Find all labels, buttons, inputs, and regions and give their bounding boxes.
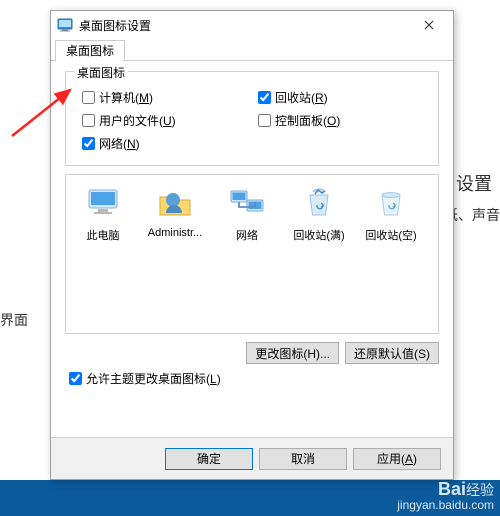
userfiles-label[interactable]: 用户的文件(U) [99, 112, 176, 129]
icon-item-network[interactable]: 网络 [214, 183, 280, 243]
recycle-label[interactable]: 回收站(R) [275, 89, 328, 106]
watermark-brand: Bai [438, 479, 466, 499]
titlebar: 桌面图标设置 [51, 11, 453, 39]
allow-themes-row: 允许主题更改桌面图标(L) [65, 370, 439, 387]
computer-checkbox[interactable] [82, 91, 95, 104]
desktop-icons-group: 桌面图标 计算机(M) 回收站(R) 用户的文件(U) 控制 [65, 71, 439, 166]
controlpanel-checkbox[interactable] [258, 114, 271, 127]
change-icon-button[interactable]: 更改图标(H)... [246, 342, 339, 364]
allow-themes-label[interactable]: 允许主题更改桌面图标(L) [86, 370, 221, 387]
controlpanel-label[interactable]: 控制面板(O) [275, 112, 340, 129]
user-folder-icon [155, 183, 195, 223]
recycle-empty-icon [371, 183, 411, 223]
icon-label: 回收站(空) [365, 227, 416, 243]
icon-item-recycle-full[interactable]: 回收站(满) [286, 183, 352, 243]
tab-desktop-icons[interactable]: 桌面图标 [55, 40, 125, 62]
userfiles-checkbox[interactable] [82, 114, 95, 127]
tab-body: 桌面图标 计算机(M) 回收站(R) 用户的文件(U) 控制 [51, 61, 453, 437]
icon-button-row: 更改图标(H)... 还原默认值(S) [65, 342, 439, 364]
bg-text-settings: 设置 [456, 170, 492, 196]
desktop-icon-settings-dialog: 桌面图标设置 桌面图标 桌面图标 计算机(M) 回收站(R) [50, 10, 454, 480]
network-label[interactable]: 网络(N) [99, 135, 140, 152]
allow-themes-checkbox[interactable] [69, 372, 82, 385]
icon-label: 网络 [236, 227, 258, 243]
dialog-title: 桌面图标设置 [79, 17, 409, 34]
network-checkbox[interactable] [82, 137, 95, 150]
dialog-icon [57, 17, 73, 33]
icon-item-thispc[interactable]: 此电脑 [70, 183, 136, 243]
icon-item-recycle-empty[interactable]: 回收站(空) [358, 183, 424, 243]
network-icon [227, 183, 267, 223]
group-label: 桌面图标 [74, 64, 128, 81]
watermark-url: jingyan.baidu.com [397, 498, 494, 512]
watermark: Bai经验 jingyan.baidu.com [397, 482, 494, 512]
cancel-button[interactable]: 取消 [259, 448, 347, 470]
apply-button[interactable]: 应用(A) [353, 448, 441, 470]
restore-defaults-button[interactable]: 还原默认值(S) [345, 342, 439, 364]
icon-label: Administr... [148, 227, 202, 239]
dialog-button-bar: 确定 取消 应用(A) [51, 437, 453, 479]
recycle-full-icon [299, 183, 339, 223]
ok-button[interactable]: 确定 [165, 448, 253, 470]
icon-item-admin[interactable]: Administr... [142, 183, 208, 239]
tab-strip: 桌面图标 [51, 39, 453, 61]
icon-label: 此电脑 [87, 227, 120, 243]
bg-text-interface: 界面 [0, 310, 28, 330]
icon-preview-list[interactable]: 此电脑 Administr... 网络 回收站(满) 回收站(空) [65, 174, 439, 334]
icon-label: 回收站(满) [293, 227, 344, 243]
recycle-checkbox[interactable] [258, 91, 271, 104]
computer-label[interactable]: 计算机(M) [99, 89, 153, 106]
monitor-icon [83, 183, 123, 223]
close-button[interactable] [409, 13, 449, 37]
